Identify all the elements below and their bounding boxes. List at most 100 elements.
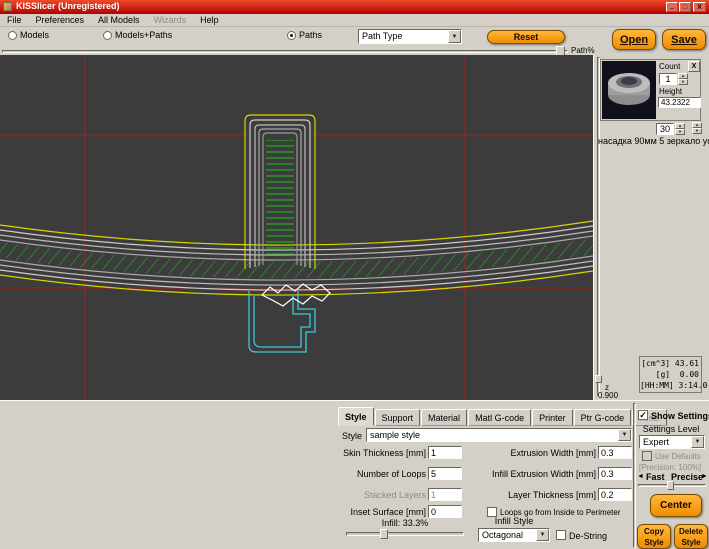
inset-surface-label: Inset Surface [mm] bbox=[280, 507, 426, 517]
volume-readout: [cm^3] 43.61 bbox=[640, 358, 699, 369]
tab-material[interactable]: Material bbox=[421, 409, 467, 426]
infill-style-value: Octagonal bbox=[479, 529, 536, 541]
reset-button[interactable]: Reset bbox=[487, 30, 565, 44]
path-type-dropdown[interactable]: Path Type ▼ bbox=[358, 29, 462, 44]
menu-bar: File Preferences All Models Wizards Help bbox=[0, 14, 709, 27]
use-defaults-label: Use Defaults bbox=[655, 452, 701, 461]
app-window: KISSlicer (Unregistered) _ □ X File Pref… bbox=[0, 0, 709, 549]
count-field[interactable] bbox=[659, 73, 677, 85]
spin-down-icon[interactable]: ▼ bbox=[675, 129, 685, 135]
count-label: Count bbox=[659, 62, 680, 71]
path-percent-label: Path% bbox=[571, 46, 595, 55]
close-button[interactable]: X bbox=[693, 2, 706, 12]
skin-thickness-label: Skin Thickness [mm] bbox=[280, 448, 426, 458]
z-value: 0.900 bbox=[598, 391, 618, 400]
chevron-down-icon[interactable]: ▼ bbox=[691, 436, 704, 448]
destring-label[interactable]: De-String bbox=[569, 531, 607, 541]
radio-paths-label[interactable]: Paths bbox=[299, 30, 322, 40]
tab-ptr-gcode[interactable]: Ptr G-code bbox=[574, 409, 632, 426]
slice-preview-canvas[interactable] bbox=[0, 55, 593, 400]
settings-level-dropdown[interactable]: Expert ▼ bbox=[639, 435, 705, 449]
path-type-value: Path Type bbox=[359, 30, 448, 43]
radio-models-paths-label[interactable]: Models+Paths bbox=[115, 30, 172, 40]
extrusion-width-field[interactable] bbox=[598, 446, 632, 459]
layer-thickness-field[interactable] bbox=[598, 488, 632, 501]
precise-arrow-icon: ► bbox=[701, 473, 708, 480]
menu-preferences[interactable]: Preferences bbox=[29, 15, 92, 25]
radio-models-label[interactable]: Models bbox=[20, 30, 49, 40]
radio-models-paths[interactable] bbox=[103, 31, 112, 40]
infill-extrusion-width-label: Infill Extrusion Width [mm] bbox=[430, 469, 596, 479]
chevron-down-icon[interactable]: ▼ bbox=[536, 529, 549, 541]
menu-all-models[interactable]: All Models bbox=[91, 15, 147, 25]
model-close-button[interactable]: X bbox=[688, 61, 700, 72]
infill-style-dropdown[interactable]: Octagonal ▼ bbox=[478, 528, 550, 542]
layer-thickness-label: Layer Thickness [mm] bbox=[430, 490, 596, 500]
speed-slider-handle[interactable] bbox=[667, 481, 674, 490]
precise-label[interactable]: Precise bbox=[671, 472, 703, 482]
angle-field[interactable] bbox=[656, 123, 674, 135]
open-button[interactable]: Open bbox=[612, 29, 656, 50]
model-side-panel: Count X ▲ ▼ Height ▲ ▼ ▲ ▼ насадка 90мм … bbox=[593, 55, 709, 400]
radio-paths[interactable] bbox=[287, 31, 296, 40]
panel-scroll-spinner[interactable]: ▲ ▼ bbox=[692, 122, 702, 134]
show-settings-label[interactable]: Show Settings bbox=[651, 411, 709, 421]
infill-extrusion-width-field[interactable] bbox=[598, 467, 632, 480]
tab-support[interactable]: Support bbox=[375, 409, 421, 426]
use-defaults-checkbox bbox=[642, 451, 652, 461]
column-infill-paths bbox=[266, 140, 294, 258]
precision-label: [Precision: 100%] bbox=[631, 463, 709, 472]
style-dropdown[interactable]: sample style ▼ bbox=[366, 428, 632, 442]
path-percent-slider-track[interactable] bbox=[2, 50, 568, 53]
view-toolbar: Models Models+Paths Paths Path Type ▼ Re… bbox=[0, 27, 709, 46]
tab-matl-gcode[interactable]: Matl G-code bbox=[468, 409, 531, 426]
menu-wizards: Wizards bbox=[147, 15, 194, 25]
app-icon bbox=[3, 2, 12, 11]
tab-printer[interactable]: Printer bbox=[532, 409, 573, 426]
menu-file[interactable]: File bbox=[0, 15, 29, 25]
number-of-loops-label: Number of Loops bbox=[280, 469, 426, 479]
estimate-readout: [cm^3] 43.61 [g] 0.00 [HH:MM] 3:14.0 bbox=[639, 356, 702, 393]
center-button[interactable]: Center bbox=[650, 494, 702, 517]
chevron-down-icon[interactable]: ▼ bbox=[448, 30, 461, 43]
height-label: Height bbox=[659, 87, 682, 96]
minimize-button[interactable]: _ bbox=[666, 2, 678, 12]
settings-level-value: Expert bbox=[640, 436, 691, 448]
save-button[interactable]: Save bbox=[662, 29, 706, 50]
chevron-down-icon[interactable]: ▼ bbox=[618, 429, 631, 441]
settings-tabs: Style Support Material Matl G-code Print… bbox=[338, 409, 668, 426]
copy-style-button[interactable]: Copy Style bbox=[637, 524, 671, 549]
radio-models[interactable] bbox=[8, 31, 17, 40]
delete-style-button[interactable]: Delete Style bbox=[674, 524, 708, 549]
count-spinner[interactable]: ▲ ▼ bbox=[678, 73, 688, 85]
spin-down-icon[interactable]: ▼ bbox=[678, 79, 688, 85]
stacked-layers-label: Stacked Layers bbox=[280, 490, 426, 500]
model-name: насадка 90мм 5 зеркало ус bbox=[598, 136, 709, 146]
style-label: Style bbox=[318, 431, 362, 441]
style-value: sample style bbox=[367, 429, 618, 441]
spin-down-icon[interactable]: ▼ bbox=[692, 128, 702, 134]
destring-checkbox[interactable] bbox=[556, 530, 566, 540]
tab-style[interactable]: Style bbox=[338, 407, 374, 426]
height-field[interactable] bbox=[658, 97, 701, 108]
title-bar[interactable]: KISSlicer (Unregistered) _ □ X bbox=[0, 0, 709, 14]
model-card[interactable]: Count X ▲ ▼ Height bbox=[600, 59, 701, 121]
infill-style-label: Infill Style bbox=[478, 516, 550, 526]
extrusion-width-label: Extrusion Width [mm] bbox=[430, 448, 596, 458]
menu-help[interactable]: Help bbox=[193, 15, 226, 25]
inset-surface-field[interactable] bbox=[428, 505, 462, 518]
infill-percent-label: Infill: 33.3% bbox=[345, 518, 465, 528]
fast-label[interactable]: Fast bbox=[646, 472, 665, 482]
mass-readout: [g] 0.00 bbox=[640, 369, 699, 380]
window-title: KISSlicer (Unregistered) bbox=[16, 1, 120, 11]
infill-slider-handle[interactable] bbox=[380, 529, 388, 539]
time-readout: [HH:MM] 3:14.0 bbox=[640, 380, 699, 391]
angle-spinner[interactable]: ▲ ▼ bbox=[675, 123, 685, 135]
maximize-button[interactable]: □ bbox=[679, 2, 691, 12]
z-slider-handle[interactable] bbox=[595, 375, 602, 383]
infill-slider-track[interactable] bbox=[346, 532, 464, 536]
show-settings-checkbox[interactable]: ✓ bbox=[638, 410, 648, 420]
settings-level-label: Settings Level bbox=[635, 424, 707, 434]
fast-arrow-icon: ◄ bbox=[637, 473, 644, 480]
model-thumbnail[interactable] bbox=[602, 61, 656, 119]
